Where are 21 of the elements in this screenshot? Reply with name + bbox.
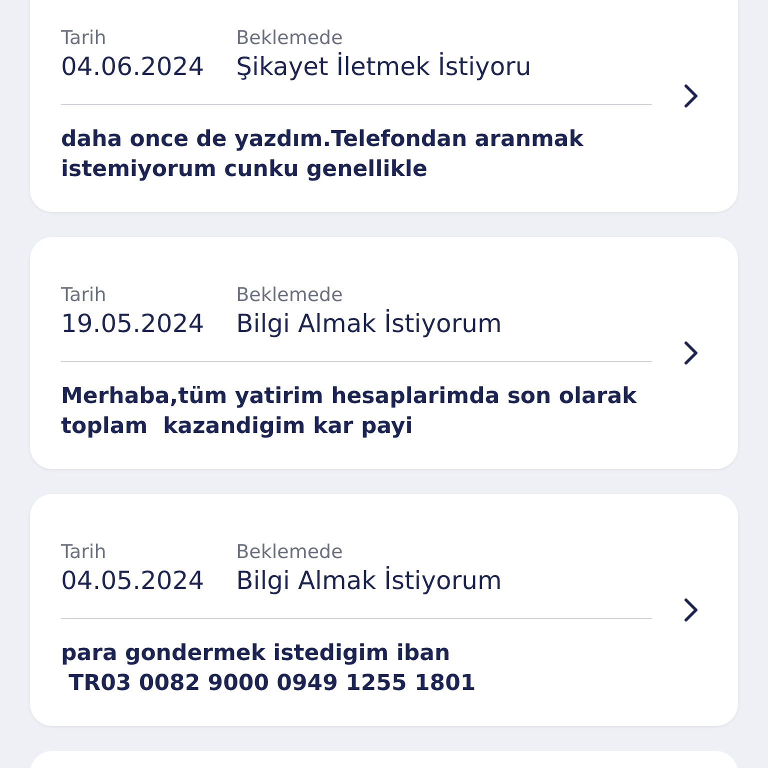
date-label: Tarih bbox=[61, 26, 108, 50]
date-label: Tarih bbox=[61, 540, 108, 564]
request-card[interactable]: Tarih 19.05.2024 Beklemede Bilgi Almak İstiyorum Merhaba,tüm yatirim hesaplarimda son olarak toplam kazandigim kar payi bbox=[30, 237, 738, 469]
message: daha once de yazdım.Telefondan aranmak istemiyorum cunku genellikle bbox=[61, 126, 585, 184]
request-card[interactable]: Tarih 04.06.2024 Beklemede Şikayet İletmek İstiyoru daha once de yazdım.Telefondan aranmak istemiyorum cunku genellikle bbox=[30, 0, 738, 212]
message: para gondermek istedigim iban TR03 0082 9000 0949 1255 1801 bbox=[61, 640, 477, 698]
date-label: Tarih bbox=[61, 283, 108, 307]
status: Beklemede bbox=[236, 26, 344, 50]
chevron-right-icon bbox=[684, 341, 698, 365]
message: Merhaba,tüm yatirim hesaplarimda son olarak toplam kazandigim kar payi bbox=[61, 383, 638, 441]
subject: Bilgi Almak İstiyorum bbox=[236, 565, 502, 597]
date: 04.05.2024 bbox=[61, 565, 204, 597]
chevron-right-icon bbox=[684, 84, 698, 108]
subject: Bilgi Almak İstiyorum bbox=[236, 308, 502, 340]
date: 04.06.2024 bbox=[61, 51, 204, 83]
subject: Şikayet İletmek İstiyoru bbox=[236, 51, 532, 83]
status: Beklemede bbox=[236, 540, 344, 564]
status: Beklemede bbox=[236, 283, 344, 307]
chevron-right-icon bbox=[684, 598, 698, 622]
date: 19.05.2024 bbox=[61, 308, 204, 340]
request-card[interactable]: Tarih 04.05.2024 Beklemede Bilgi Almak İstiyorum para gondermek istedigim iban TR03 0082 9000 0949 1255 1801 bbox=[30, 494, 738, 726]
